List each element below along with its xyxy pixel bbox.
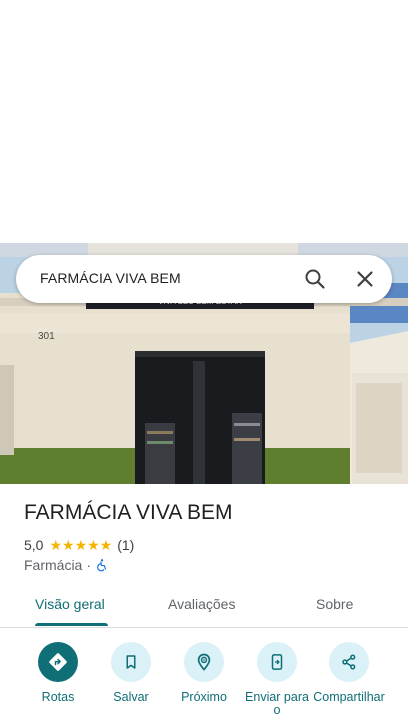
search-icon[interactable]: [303, 267, 327, 291]
send-to-phone-circle: [257, 642, 297, 682]
share-circle: [329, 642, 369, 682]
nearby-button[interactable]: Próximo: [164, 642, 244, 704]
separator-dot: ·: [86, 557, 92, 573]
directions-button[interactable]: Rotas: [18, 642, 98, 704]
nearby-icon: [197, 653, 211, 671]
active-tab-indicator: [35, 623, 108, 626]
save-label: Salvar: [113, 690, 149, 704]
nearby-circle: [184, 642, 224, 682]
share-button[interactable]: Compartilhar: [309, 642, 389, 704]
tab-reviews[interactable]: Avaliações: [168, 596, 235, 612]
send-to-phone-icon: [271, 654, 283, 670]
wheelchair-accessible-icon: [97, 559, 107, 572]
directions-icon: [49, 653, 67, 671]
send-to-phone-label: Enviar para o: [245, 690, 309, 717]
map-area[interactable]: [0, 0, 408, 243]
close-icon[interactable]: [353, 267, 377, 291]
nearby-label: Próximo: [181, 690, 227, 704]
directions-label: Rotas: [41, 690, 75, 704]
search-input[interactable]: FARMÁCIA VIVA BEM: [40, 270, 181, 286]
rating-row[interactable]: 5,0 ★★★★★ (1): [24, 536, 134, 554]
category-row: Farmácia ·: [24, 556, 109, 574]
place-title: FARMÁCIA VIVA BEM: [24, 501, 233, 524]
tab-overview[interactable]: Visão geral: [35, 596, 105, 612]
rating-stars: ★★★★★: [49, 536, 113, 553]
search-bar[interactable]: FARMÁCIA VIVA BEM: [16, 255, 392, 303]
place-category: Farmácia: [24, 557, 83, 573]
directions-circle: [38, 642, 78, 682]
rating-value: 5,0: [24, 537, 44, 553]
save-circle: [111, 642, 151, 682]
bookmark-icon: [126, 655, 136, 669]
save-button[interactable]: Salvar: [91, 642, 171, 704]
tab-bar: Visão geral Avaliações Sobre: [0, 587, 408, 628]
share-icon: [342, 654, 356, 670]
share-label: Compartilhar: [313, 690, 385, 704]
review-count[interactable]: (1): [117, 537, 134, 553]
house-number: 301: [38, 331, 55, 342]
tab-about[interactable]: Sobre: [316, 596, 353, 612]
send-to-phone-button[interactable]: Enviar para o: [237, 642, 317, 717]
